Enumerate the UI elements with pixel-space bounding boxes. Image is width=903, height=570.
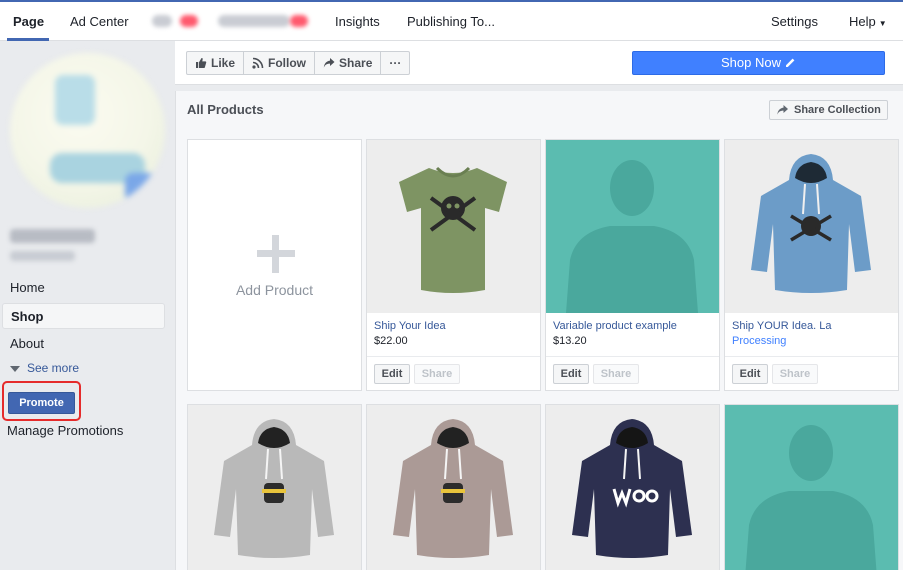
grey-hoodie-icon [214,419,334,558]
follow-button[interactable]: Follow [244,52,316,74]
manage-promotions-link[interactable]: Manage Promotions [7,423,123,438]
navy-hoodie-icon [572,419,692,558]
tab-insights[interactable]: Insights [335,14,380,29]
follow-label: Follow [268,56,307,70]
product-image-hoodie[interactable] [188,405,361,570]
share-arrow-icon [777,105,788,115]
green-tshirt-icon [399,166,507,293]
share-label: Share [339,56,373,70]
tab-publishing-tools[interactable]: Publishing To... [407,14,495,29]
plus-icon [257,235,295,273]
help-menu[interactable]: Help ▼ [849,14,887,29]
see-more-label: See more [27,361,80,375]
more-dots-icon: ··· [389,56,402,70]
page-action-bar: Like Follow Share ··· Shop Now [175,41,903,85]
product-card[interactable] [366,404,541,570]
sidebar-item-about[interactable]: About [2,331,165,357]
product-card[interactable]: Variable product example $13.20 Edit Sha… [545,139,720,391]
tab-ad-center[interactable]: Ad Center [70,14,129,29]
share-collection-button[interactable]: Share Collection [769,100,888,120]
person-silhouette-icon [745,425,877,570]
product-card[interactable] [187,404,362,570]
mauve-hoodie-icon [393,419,513,558]
redacted-tab[interactable] [218,15,290,27]
product-image-hoodie[interactable] [725,140,898,313]
share-collection-label: Share Collection [794,104,881,116]
settings-link[interactable]: Settings [771,14,818,29]
more-options-button[interactable]: ··· [381,52,409,74]
thumbs-up-icon [196,58,207,68]
product-image-hoodie[interactable] [546,405,719,570]
blue-hoodie-icon [751,154,871,293]
rss-icon [252,57,264,69]
page-top-nav: Page Ad Center Insights Publishing To...… [0,0,903,41]
page-actions-group: Like Follow Share ··· [186,51,411,75]
share-page-button[interactable]: Share [315,52,382,74]
redacted-tab[interactable] [152,15,172,27]
redacted-badge [180,15,198,27]
edit-product-button[interactable]: Edit [374,364,410,384]
pencil-icon [785,58,795,67]
section-title: All Products [187,102,264,117]
product-title[interactable]: Ship Your Idea [374,320,446,332]
share-product-button[interactable]: Share [593,364,639,384]
product-card[interactable] [545,404,720,570]
caret-down-icon: ▼ [878,19,887,28]
product-image-placeholder[interactable] [725,405,898,570]
all-products-panel: All Products Share Collection Add Produc… [175,91,903,570]
add-product-card[interactable]: Add Product [187,139,362,391]
shop-now-label: Shop Now [721,55,781,70]
page-sidebar: Home Shop About See more Promote Manage … [0,41,175,570]
product-price: $22.00 [374,335,408,347]
page-name-redacted[interactable] [10,229,95,243]
tab-page[interactable]: Page [13,14,44,29]
product-title[interactable]: Variable product example [553,320,677,332]
product-image-tshirt[interactable] [367,140,540,313]
share-arrow-icon [323,58,335,68]
person-silhouette-icon [566,160,698,313]
product-card[interactable]: Ship Your Idea $22.00 Edit Share [366,139,541,391]
like-label: Like [211,56,236,70]
triangle-down-icon [10,365,20,372]
product-title[interactable]: Ship YOUR Idea. La [732,320,831,332]
product-card[interactable]: Ship YOUR Idea. La Processing Edit Share [724,139,899,391]
product-card[interactable] [724,404,899,570]
product-price: $13.20 [553,335,587,347]
product-processing-status: Processing [732,335,787,347]
sidebar-item-home[interactable]: Home [2,275,165,301]
redacted-badge [290,15,308,27]
share-product-button[interactable]: Share [772,364,818,384]
shop-now-button[interactable]: Shop Now [632,51,885,75]
product-image-placeholder[interactable] [546,140,719,313]
edit-product-button[interactable]: Edit [732,364,768,384]
edit-product-button[interactable]: Edit [553,364,589,384]
promote-highlight: Promote [2,381,81,421]
promote-button[interactable]: Promote [8,392,75,414]
product-image-hoodie[interactable] [367,405,540,570]
add-product-label: Add Product [235,282,314,298]
sidebar-item-shop[interactable]: Shop [2,303,165,329]
see-more-link[interactable]: See more [10,361,79,375]
like-button[interactable]: Like [187,52,245,74]
help-label: Help [849,14,876,29]
page-username-redacted[interactable] [10,251,75,261]
share-product-button[interactable]: Share [414,364,460,384]
page-profile-picture[interactable] [10,53,165,208]
